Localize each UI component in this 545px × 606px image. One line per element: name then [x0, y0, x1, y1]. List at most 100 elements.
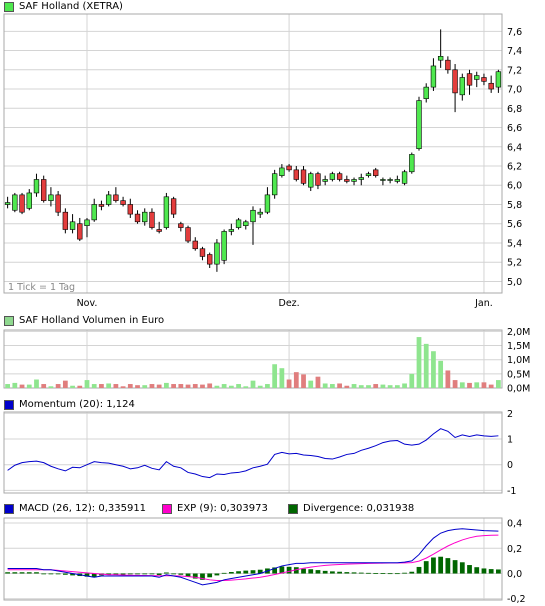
divergence-bar — [330, 571, 335, 574]
candle-body — [322, 179, 328, 182]
volume-bar — [293, 372, 299, 388]
divergence-bar — [149, 573, 155, 575]
price-y-tick-label: 6,2 — [507, 162, 522, 173]
candle-body — [4, 202, 11, 205]
volume-bar — [77, 385, 83, 388]
divergence-bar — [488, 569, 494, 574]
candle-body — [41, 179, 47, 201]
volume-bar — [113, 384, 119, 388]
volume-bar — [84, 380, 90, 388]
candle-body — [286, 165, 292, 171]
volume-bar — [70, 385, 75, 388]
candle-body — [423, 86, 429, 99]
divergence-bar — [156, 573, 162, 576]
candle-body — [315, 173, 321, 186]
x-axis-label: Nov. — [77, 298, 98, 309]
volume-bar — [214, 385, 220, 388]
volume-bar — [26, 384, 32, 388]
divergence-bar — [164, 572, 169, 574]
candle-body — [127, 204, 133, 215]
volume-bar — [337, 383, 342, 388]
candle-body — [91, 204, 97, 221]
candle-body — [351, 179, 357, 182]
volume-bar — [156, 384, 162, 388]
volume-bar — [301, 374, 306, 388]
volume-y-tick-label: 1,0M — [507, 355, 530, 366]
candle-body — [149, 211, 155, 228]
macd-line — [7, 528, 499, 586]
volume-bar — [416, 337, 422, 388]
momentum-line — [7, 428, 499, 479]
volume-bar — [445, 370, 451, 388]
volume-bar — [48, 386, 54, 388]
candle-body — [214, 242, 220, 265]
divergence-bar — [438, 556, 444, 574]
volume-bar — [272, 364, 278, 388]
volume-bar — [250, 380, 256, 388]
volume-bar — [315, 376, 321, 388]
candle-body — [62, 211, 69, 230]
divergence-bar — [481, 568, 487, 574]
divergence-bar — [496, 569, 501, 574]
candle-body — [48, 194, 54, 201]
divergence-bar — [322, 570, 328, 574]
price-y-tick-label: 5,4 — [507, 238, 522, 249]
volume-bar — [265, 384, 270, 388]
divergence-bar — [351, 572, 357, 574]
candle-body — [365, 173, 372, 176]
volume-bar — [409, 373, 415, 388]
candle-body — [235, 219, 242, 228]
volume-bar — [330, 384, 335, 388]
candle-body — [466, 73, 473, 86]
price-y-tick-label: 7,0 — [507, 85, 522, 96]
candle-body — [134, 213, 141, 223]
candle-body — [452, 69, 458, 94]
divergence-bar — [416, 566, 422, 574]
candle-body — [257, 211, 263, 215]
candle-body — [207, 254, 213, 265]
candle-body — [293, 169, 299, 180]
volume-y-tick-label: 0,5M — [507, 369, 530, 380]
volume-bar — [127, 384, 133, 388]
volume-bar — [366, 385, 371, 388]
divergence-bar — [48, 573, 54, 575]
candle-body — [120, 200, 126, 205]
divergence-bar — [380, 573, 386, 574]
candle-body — [228, 229, 235, 232]
price-y-tick-label: 6,6 — [507, 123, 522, 134]
volume-bar — [431, 351, 436, 388]
candle-body — [373, 169, 379, 176]
volume-bar — [322, 383, 328, 388]
price-y-tick-label: 5,0 — [507, 277, 522, 288]
volume-bar — [142, 385, 148, 388]
x-axis-label: Dez. — [279, 298, 300, 309]
divergence-bar — [142, 573, 148, 575]
candle-body — [445, 59, 451, 71]
candle-body — [488, 82, 494, 90]
volume-bar — [5, 384, 10, 388]
candle-body — [26, 192, 32, 209]
volume-bar — [286, 379, 292, 388]
candle-body — [308, 173, 314, 188]
candle-body — [430, 65, 437, 88]
divergence-bar — [178, 573, 184, 575]
volume-bar — [459, 382, 465, 388]
volume-bar — [200, 384, 205, 388]
volume-bar — [358, 385, 364, 388]
divergence-bar — [34, 572, 39, 574]
volume-bar — [106, 383, 112, 388]
volume-bar — [99, 384, 104, 388]
candle-body — [344, 179, 350, 182]
divergence-bar — [459, 562, 465, 574]
candle-body — [394, 179, 401, 182]
divergence-bar — [474, 567, 480, 574]
divergence-bar — [286, 566, 292, 574]
volume-bar — [481, 382, 487, 388]
candle-body — [170, 198, 177, 215]
volume-bar — [394, 385, 400, 388]
volume-bar — [423, 343, 429, 388]
divergence-bar — [387, 573, 393, 575]
price-y-tick-label: 6,0 — [507, 181, 522, 192]
volume-panel: SAF Holland Volumen in Euro 0,0M 0,5M 1,0M… — [0, 312, 545, 396]
price-y-tick-label: 7,6 — [507, 27, 522, 38]
